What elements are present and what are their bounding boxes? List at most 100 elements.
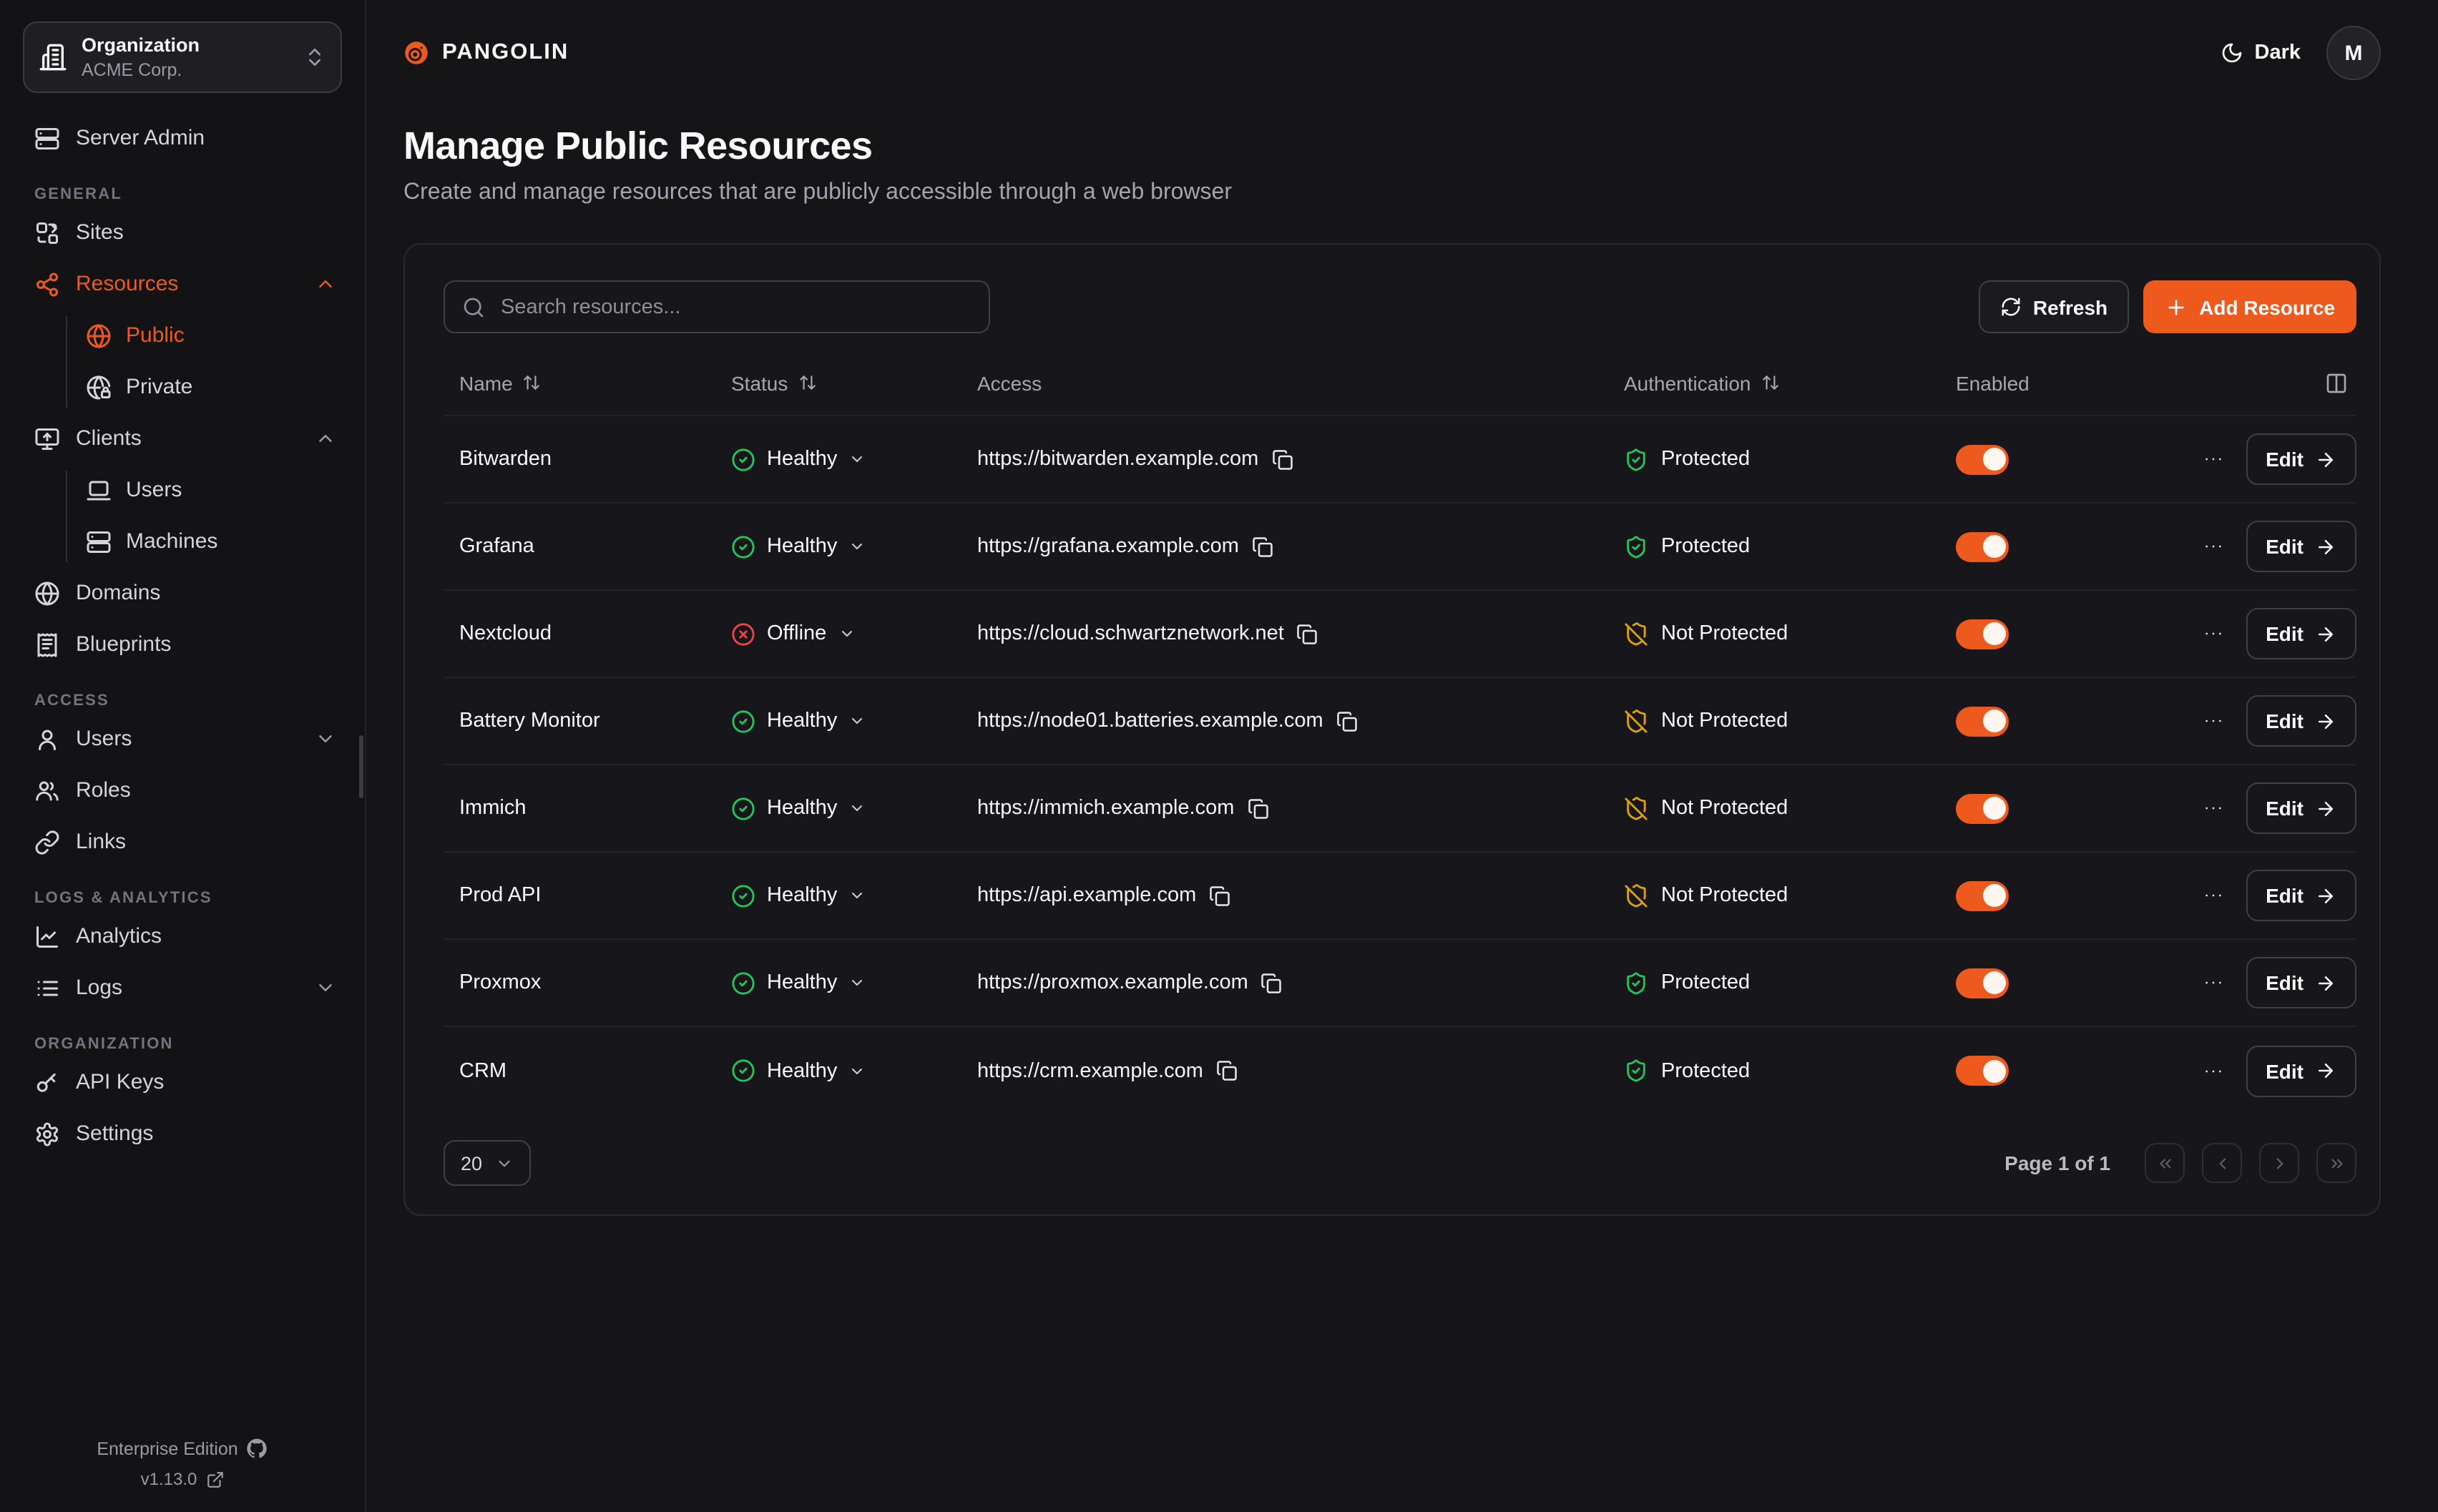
- status-select[interactable]: Healthy: [731, 447, 866, 471]
- previous-page-button[interactable]: [2202, 1143, 2242, 1183]
- toggle-knob: [1982, 1059, 2005, 1082]
- column-header-authentication[interactable]: Authentication: [1608, 371, 1940, 394]
- next-page-button[interactable]: [2259, 1143, 2299, 1183]
- edit-button[interactable]: Edit: [2246, 695, 2356, 747]
- first-page-button[interactable]: [2145, 1143, 2185, 1183]
- copy-url-button[interactable]: [1247, 797, 1268, 819]
- refresh-button[interactable]: Refresh: [1979, 280, 2129, 333]
- circle-check-icon: [731, 883, 755, 908]
- edit-button[interactable]: Edit: [2246, 782, 2356, 834]
- actions-cell: Edit: [2100, 521, 2356, 572]
- column-header-status[interactable]: Status: [715, 371, 961, 394]
- resource-url: https://bitwarden.example.com: [977, 448, 1258, 471]
- edit-button[interactable]: Edit: [2246, 521, 2356, 572]
- sidebar-item-machines[interactable]: Machines: [66, 516, 342, 568]
- sidebar-item-users[interactable]: Users: [23, 714, 342, 765]
- avatar[interactable]: M: [2326, 26, 2381, 80]
- enabled-toggle[interactable]: [1956, 880, 2009, 910]
- main-area: PANGOLIN Dark M Manage Public Resources …: [366, 0, 2438, 1512]
- status-select[interactable]: Healthy: [731, 971, 866, 995]
- add-resource-button[interactable]: Add Resource: [2143, 280, 2356, 333]
- status-select[interactable]: Healthy: [731, 1059, 866, 1083]
- circle-check-icon: [731, 709, 755, 733]
- row-menu-button[interactable]: [2201, 1059, 2224, 1082]
- edit-button[interactable]: Edit: [2246, 1045, 2356, 1096]
- edit-button[interactable]: Edit: [2246, 608, 2356, 659]
- access-cell: https://cloud.schwartznetwork.net: [961, 622, 1608, 645]
- chevron-down-icon: [315, 729, 336, 750]
- status-cell: Healthy: [715, 1059, 961, 1083]
- status-select[interactable]: Healthy: [731, 534, 866, 559]
- copy-url-button[interactable]: [1261, 972, 1283, 993]
- copy-url-button[interactable]: [1216, 1060, 1238, 1081]
- brand-logo[interactable]: PANGOLIN: [403, 40, 569, 66]
- status-select[interactable]: Healthy: [731, 796, 866, 820]
- sidebar-item-analytics[interactable]: Analytics: [23, 911, 342, 963]
- name-cell: Grafana: [444, 535, 715, 558]
- status-select[interactable]: Healthy: [731, 883, 866, 908]
- row-menu-button[interactable]: [2201, 535, 2224, 558]
- copy-url-button[interactable]: [1336, 710, 1358, 732]
- enabled-toggle[interactable]: [1956, 968, 2009, 998]
- enabled-toggle[interactable]: [1956, 444, 2009, 474]
- sort-icon: [798, 373, 816, 392]
- shield-check-icon: [1624, 971, 1648, 995]
- sidebar-item-sites[interactable]: Sites: [23, 207, 342, 259]
- sidebar-item-resources[interactable]: Resources: [23, 259, 342, 310]
- edit-button[interactable]: Edit: [2246, 870, 2356, 921]
- sidebar-item-client-users[interactable]: Users: [66, 465, 342, 516]
- search-input[interactable]: [498, 294, 971, 320]
- edition-link[interactable]: Enterprise Edition: [97, 1438, 268, 1459]
- enabled-toggle[interactable]: [1956, 1056, 2009, 1086]
- edit-button[interactable]: Edit: [2246, 957, 2356, 1008]
- copy-url-button[interactable]: [1209, 885, 1230, 906]
- circle-x-icon: [731, 622, 755, 646]
- resource-url: https://proxmox.example.com: [977, 971, 1248, 994]
- page-size-select[interactable]: 20: [444, 1140, 531, 1186]
- row-menu-button[interactable]: [2201, 971, 2224, 994]
- enabled-toggle[interactable]: [1956, 793, 2009, 823]
- resource-name: Immich: [459, 797, 526, 820]
- row-menu-button[interactable]: [2201, 710, 2224, 732]
- enabled-toggle[interactable]: [1956, 531, 2009, 561]
- copy-url-button[interactable]: [1252, 536, 1273, 557]
- sidebar-item-links[interactable]: Links: [23, 817, 342, 868]
- key-icon: [34, 1070, 60, 1096]
- row-menu-button[interactable]: [2201, 884, 2224, 907]
- column-header-name[interactable]: Name: [444, 371, 715, 394]
- sidebar-item-clients[interactable]: Clients: [23, 413, 342, 465]
- status-select[interactable]: Offline: [731, 622, 855, 646]
- sidebar-item-domains[interactable]: Domains: [23, 568, 342, 619]
- sidebar-item-private[interactable]: Private: [66, 362, 342, 413]
- column-header-actions: [2100, 371, 2356, 394]
- sidebar-scrollbar[interactable]: [359, 735, 363, 798]
- actions-cell: Edit: [2100, 782, 2356, 834]
- shield-check-icon: [1624, 447, 1648, 471]
- access-cell: https://node01.batteries.example.com: [961, 710, 1608, 732]
- row-menu-button[interactable]: [2201, 622, 2224, 645]
- edit-button[interactable]: Edit: [2246, 433, 2356, 485]
- copy-url-button[interactable]: [1271, 448, 1293, 470]
- enabled-toggle[interactable]: [1956, 706, 2009, 736]
- copy-url-button[interactable]: [1297, 623, 1318, 644]
- theme-toggle[interactable]: Dark: [2221, 41, 2301, 64]
- row-menu-button[interactable]: [2201, 448, 2224, 471]
- org-switcher[interactable]: Organization ACME Corp.: [23, 21, 342, 93]
- sidebar-item-settings[interactable]: Settings: [23, 1109, 342, 1160]
- sidebar-item-blueprints[interactable]: Blueprints: [23, 619, 342, 671]
- sidebar-item-server-admin[interactable]: Server Admin: [23, 113, 342, 165]
- row-menu-button[interactable]: [2201, 797, 2224, 820]
- sidebar-item-api-keys[interactable]: API Keys: [23, 1057, 342, 1109]
- sidebar-item-roles[interactable]: Roles: [23, 765, 342, 817]
- enabled-toggle[interactable]: [1956, 619, 2009, 649]
- version-link[interactable]: v1.13.0: [141, 1469, 225, 1489]
- sidebar-item-public[interactable]: Public: [66, 310, 342, 362]
- sidebar-item-logs[interactable]: Logs: [23, 963, 342, 1014]
- resources-icon: [34, 272, 60, 298]
- last-page-button[interactable]: [2316, 1143, 2356, 1183]
- status-select[interactable]: Healthy: [731, 709, 866, 733]
- toggle-knob: [1982, 797, 2005, 820]
- enabled-cell: [1940, 1056, 2100, 1086]
- column-settings-button[interactable]: [2325, 371, 2348, 394]
- shield-check-icon: [1624, 534, 1648, 559]
